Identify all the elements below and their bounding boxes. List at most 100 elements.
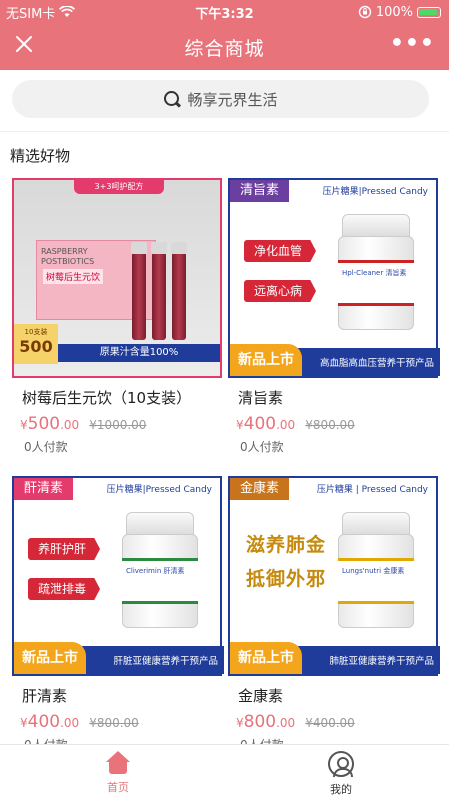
tab-me-label: 我的 (330, 783, 352, 796)
benefit-pill: 养肝护肝 (28, 538, 101, 560)
home-icon (105, 751, 131, 775)
poster-tag: 金康素 (230, 478, 290, 500)
product-card[interactable]: 清旨素 压片糖果|Pressed Candy 净化血管 远离心病 Hpl-Cle… (226, 172, 440, 454)
price-dec: .00 (60, 716, 80, 730)
original-price: ¥1000.00 (89, 418, 147, 432)
sales-count: 0人付款 (240, 440, 284, 454)
vial-icon (131, 242, 147, 340)
more-icon[interactable]: ••• (390, 32, 435, 56)
close-glyph (16, 36, 32, 52)
price-dec: .00 (276, 716, 296, 730)
bottle-cap (126, 512, 194, 536)
price-int: 800 (243, 712, 277, 732)
currency: ¥ (236, 418, 244, 432)
vial-icon (171, 242, 187, 340)
sales-count: 0人付款 (24, 440, 68, 454)
status-bar: 无SIM卡 下午3:32 100% (0, 0, 449, 24)
bottle-icon: Cliverimin 肝清素 (122, 512, 198, 628)
status-right: 100% (358, 5, 441, 20)
page-title: 综合商城 (184, 37, 265, 60)
search-icon (163, 90, 181, 108)
product-card[interactable]: 酐清素 压片糖果|Pressed Candy 养肝护肝 疏泄排毒 Cliveri… (10, 470, 224, 752)
price-dec: .00 (60, 418, 80, 432)
new-badge: 新品上市 (230, 642, 302, 674)
price-badge: 10支装 500 (14, 324, 58, 364)
benefit-pill: 疏泄排毒 (28, 578, 101, 600)
product-prices: ¥500.00 ¥1000.00 (20, 414, 146, 434)
currency: ¥ (20, 716, 28, 730)
bottle-cap (342, 512, 410, 536)
product-prices: ¥400.00 ¥800.00 (236, 414, 355, 434)
vial-icon (151, 242, 167, 340)
product-image: 酐清素 压片糖果|Pressed Candy 养肝护肝 疏泄排毒 Cliveri… (10, 470, 224, 682)
user-icon (328, 751, 354, 777)
current-price: ¥400.00 (20, 712, 79, 732)
product-image: 清旨素 压片糖果|Pressed Candy 净化血管 远离心病 Hpl-Cle… (226, 172, 440, 384)
poster-frame: 金康素 压片糖果 | Pressed Candy 滋养肺金 抵御外邪 Lungs… (228, 476, 440, 676)
bottle-label: Lungs'nutri 金康素 (338, 558, 414, 604)
tab-home[interactable]: 首页 (88, 751, 148, 795)
new-badge: 新品上市 (14, 642, 86, 674)
poster-footer-text: 肺脏亚健康营养干预产品 (329, 656, 434, 667)
nav-bar: 综合商城 ••• (0, 24, 449, 70)
badge-big: 500 (19, 337, 53, 356)
product-poster: 酐清素 压片糖果|Pressed Candy 养肝护肝 疏泄排毒 Cliveri… (12, 476, 224, 676)
current-price: ¥500.00 (20, 414, 79, 434)
new-badge: 新品上市 (230, 344, 302, 376)
price-int: 400 (243, 414, 277, 434)
currency: ¥ (236, 716, 244, 730)
price-int: 500 (27, 414, 61, 434)
poster-footer-text: 高血脂高血压营养干预产品 (319, 358, 434, 369)
poster-subtitle: 压片糖果|Pressed Candy (106, 485, 212, 495)
benefit-pill: 净化血管 (244, 240, 317, 262)
poster-slogan: 滋养肺金 (246, 534, 327, 556)
tab-bar: 首页 我的 (0, 744, 449, 800)
tab-home-label: 首页 (107, 781, 129, 794)
product-name: 金康素 (238, 687, 284, 705)
bottle-cap (342, 214, 410, 238)
battery-icon (417, 6, 441, 18)
price-int: 400 (27, 712, 61, 732)
bottle-icon: Hpl-Cleaner 清旨素 (338, 214, 414, 330)
currency: ¥ (20, 418, 28, 432)
search-section: 畅享元界生活 (0, 70, 449, 132)
poster-top-banner: 3+3呵护配方 (74, 180, 164, 194)
product-poster: 金康素 压片糖果 | Pressed Candy 滋养肺金 抵御外邪 Lungs… (228, 476, 440, 676)
product-card[interactable]: 3+3呵护配方 RASPBERRY POSTBIOTICS 树莓后生元饮 10支… (10, 172, 224, 454)
benefit-pill: 远离心病 (244, 280, 317, 302)
poster-subtitle: 压片糖果|Pressed Candy (322, 187, 428, 197)
bottle-icon: Lungs'nutri 金康素 (338, 512, 414, 628)
product-prices: ¥800.00 ¥400.00 (236, 712, 355, 732)
poster-subtitle: 压片糖果 | Pressed Candy (316, 485, 428, 495)
berry-poster: 3+3呵护配方 RASPBERRY POSTBIOTICS 树莓后生元饮 10支… (12, 178, 222, 378)
orientation-lock-icon (358, 5, 372, 19)
product-poster: 清旨素 压片糖果|Pressed Candy 净化血管 远离心病 Hpl-Cle… (228, 178, 440, 378)
product-image: 3+3呵护配方 RASPBERRY POSTBIOTICS 树莓后生元饮 10支… (10, 172, 224, 384)
search-input[interactable]: 畅享元界生活 (12, 80, 429, 118)
price-dec: .00 (276, 418, 296, 432)
current-price: ¥800.00 (236, 712, 295, 732)
badge-small: 10支装 (24, 328, 48, 336)
section-title: 精选好物 (10, 147, 71, 165)
search-placeholder: 畅享元界生活 (187, 90, 278, 109)
product-image: 金康素 压片糖果 | Pressed Candy 滋养肺金 抵御外邪 Lungs… (226, 470, 440, 682)
poster-footer-text: 肝脏亚健康营养干预产品 (113, 656, 218, 667)
box-line1: RASPBERRY (41, 247, 88, 256)
original-price: ¥800.00 (89, 716, 139, 730)
product-prices: ¥400.00 ¥800.00 (20, 712, 139, 732)
product-card[interactable]: 金康素 压片糖果 | Pressed Candy 滋养肺金 抵御外邪 Lungs… (226, 470, 440, 752)
poster-footer: 原果汁含量100% (58, 344, 220, 362)
close-icon[interactable] (12, 34, 36, 58)
product-name: 肝清素 (22, 687, 68, 705)
poster-tag: 清旨素 (230, 180, 290, 202)
original-price: ¥800.00 (305, 418, 355, 432)
tab-me[interactable]: 我的 (311, 751, 371, 797)
box-line2: POSTBIOTICS (41, 257, 95, 266)
poster-tag: 酐清素 (14, 478, 74, 500)
battery-percent: 100% (375, 4, 413, 20)
box-title: 树莓后生元饮 (43, 269, 104, 284)
poster-frame: 清旨素 压片糖果|Pressed Candy 净化血管 远离心病 Hpl-Cle… (228, 178, 440, 378)
original-price: ¥400.00 (305, 716, 355, 730)
current-price: ¥400.00 (236, 414, 295, 434)
product-name: 清旨素 (238, 389, 284, 407)
